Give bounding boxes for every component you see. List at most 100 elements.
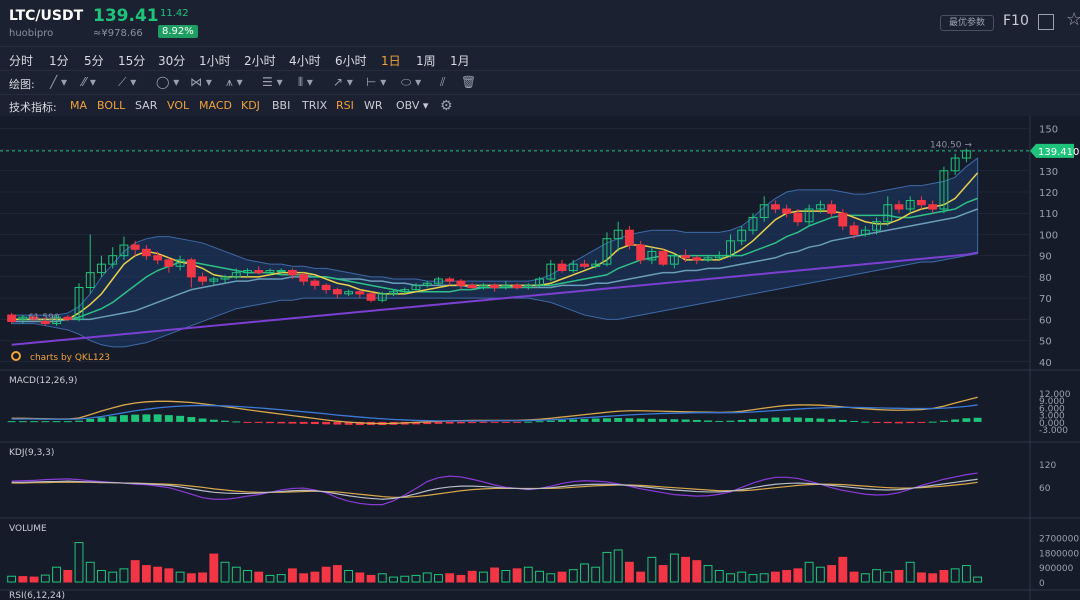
indicator-bbi[interactable]: BBI [272,99,290,112]
timeframe-9[interactable]: 1日 [381,52,401,69]
macd-histogram-bar [434,421,443,424]
indicator-rsi[interactable]: RSI [336,99,354,112]
candle-body [681,255,691,259]
last-price-tag-label: 139.410 [1038,147,1079,158]
macd-histogram-bar [715,420,724,422]
macd-histogram-bar [805,418,814,422]
y-tick-label: 150 [1039,124,1058,135]
indicator-sar[interactable]: SAR [135,99,157,112]
volume-bar [624,561,634,583]
macd-histogram-bar [659,418,668,422]
candle-body [7,314,17,322]
macd-histogram-bar [580,418,589,422]
volume-bar [355,572,365,583]
macd-histogram-bar [861,421,870,423]
fullscreen-icon[interactable] [1038,14,1054,30]
drawing-tool-6[interactable]: ☰ ▾ [262,75,283,89]
macd-histogram-bar [850,420,858,422]
volume-bar [557,571,567,583]
candle-body [894,204,904,210]
drawing-tool-7[interactable]: ⫴ ▾ [298,75,313,90]
best-params-button[interactable]: 最优参数 [940,15,994,31]
timeframe-5[interactable]: 1小时 [199,52,231,69]
candle-body [624,229,634,246]
drawing-tool-12[interactable]: 🗑 [461,75,476,89]
timeframe-3[interactable]: 15分 [118,52,145,69]
macd-histogram-bar [7,421,16,423]
volume-bar [512,568,522,583]
timeframe-2[interactable]: 5分 [84,52,104,69]
macd-histogram-bar [793,417,802,422]
drawing-tool-4[interactable]: ⋈ ▾ [190,75,212,89]
volume-bar [490,567,500,583]
indicator-boll[interactable]: BOLL [97,99,125,112]
indicator-ma[interactable]: MA [70,99,87,112]
macd-histogram-bar [445,421,454,424]
timeframe-10[interactable]: 1周 [416,52,436,69]
timeframe-4[interactable]: 30分 [158,52,185,69]
star-icon[interactable]: ☆ [1066,9,1080,30]
drawing-tool-0[interactable]: ╱ ▾ [50,75,67,89]
macd-histogram-bar [749,418,757,422]
drawing-tool-11[interactable]: ⫽ [440,75,445,90]
indicator-macd[interactable]: MACD [199,99,232,112]
timeframe-7[interactable]: 4小时 [289,52,321,69]
macd-histogram-bar [468,421,477,424]
volume-label: VOLUME [9,524,47,534]
pair-name[interactable]: LTC/USDT [9,8,83,24]
indicator-trix[interactable]: TRIX [302,99,327,112]
indicator-wr[interactable]: WR [364,99,383,112]
indicator-kdj[interactable]: KDJ [241,99,260,112]
timeframe-6[interactable]: 2小时 [244,52,276,69]
macd-histogram-bar [86,418,95,422]
f10-button[interactable]: F10 [1003,13,1029,29]
macd-histogram-bar [782,417,791,422]
volume-bar [445,573,455,583]
timeframe-0[interactable]: 分时 [9,52,33,69]
indicator-obv[interactable]: OBV ▾ [396,99,428,112]
candle-body [770,204,780,210]
macd-histogram-bar [198,418,207,422]
timeframe-11[interactable]: 1月 [450,52,470,69]
timeframe-1[interactable]: 1分 [49,52,69,69]
drawing-tool-9[interactable]: ⊢ ▾ [366,75,386,89]
drawing-tool-1[interactable]: ⁄⁄ ▾ [82,75,96,89]
volume-bar [917,572,926,583]
price-chart[interactable]: 150140130120110100908070605040139.410140… [0,116,1080,600]
indicator-vol[interactable]: VOL [167,99,189,112]
drawing-tool-5[interactable]: ⩚ ▾ [226,75,243,90]
volume-bar [321,566,331,583]
drawing-tool-3[interactable]: ◯ ▾ [156,75,179,89]
volume-bar [827,565,837,583]
timeframe-bar: 分时 1分 5分 15分 30分 1小时 2小时 4小时 6小时 1日 1周 1月 [0,46,1080,71]
drawing-tool-2[interactable]: ⟋ ▾ [118,75,136,90]
macd-histogram-bar [681,419,690,422]
volume-bar [332,565,342,583]
drawing-tool-8[interactable]: ↗ ▾ [333,75,353,89]
volume-bar [287,568,297,583]
candle-body [141,248,151,257]
price-change-pct: 8.92% [158,25,198,38]
macd-histogram-bar [108,416,117,422]
candle-body [445,278,455,282]
candle-body [130,244,140,250]
macd-histogram-bar [670,419,679,422]
macd-histogram-bar [962,418,971,422]
drawing-tool-10[interactable]: ⬭ ▾ [401,75,421,90]
macd-histogram-bar [18,421,27,423]
gear-icon[interactable]: ⚙ [440,98,453,114]
low-marker: 61.590 [28,313,60,323]
candle-body [366,293,376,301]
volume-y-tick: 2700000 [1039,535,1079,545]
volume-bar [770,571,780,583]
drawing-label: 绘图: [9,78,35,91]
candle-body [512,284,522,288]
candle-body [321,284,331,291]
macd-histogram-bar [636,418,645,422]
timeframe-8[interactable]: 6小时 [335,52,367,69]
y-tick-label: 40 [1039,358,1052,369]
candle-body [332,289,342,295]
volume-bar [18,576,28,583]
volume-y-tick: 1800000 [1039,549,1079,559]
y-tick-label: 50 [1039,337,1052,348]
